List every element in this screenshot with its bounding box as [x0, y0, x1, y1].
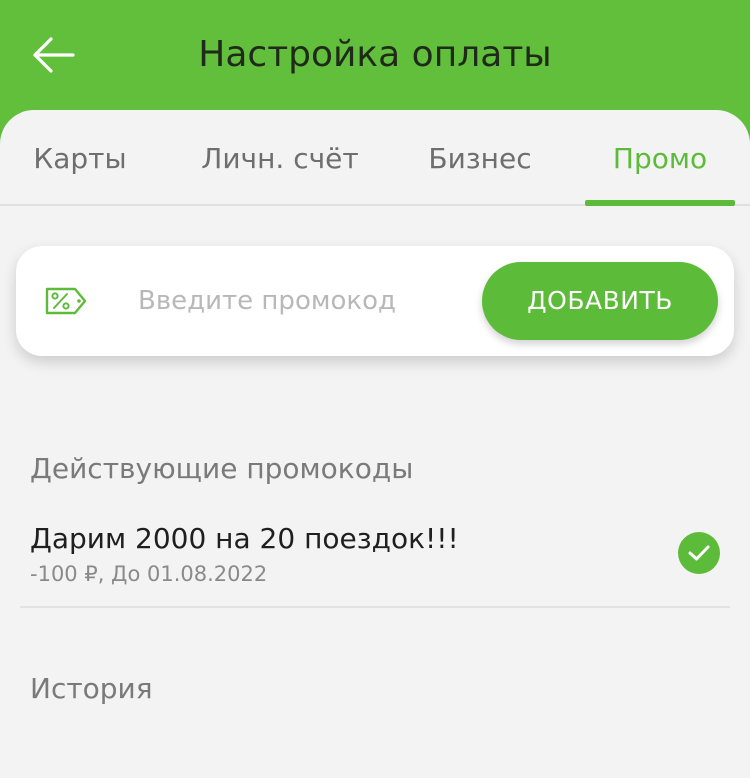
promo-name: Дарим 2000 на 20 поездок!!! [30, 522, 459, 555]
content-sheet: Карты Личн. счёт Бизнес Промо ДОБАВИТЬ Д… [0, 110, 750, 778]
percent-tag-icon [45, 287, 87, 315]
tab-personal-account[interactable]: Личн. счёт [185, 110, 375, 206]
tab-bar: Карты Личн. счёт Бизнес Промо [0, 110, 750, 206]
history-title: История [30, 672, 153, 705]
check-circle-icon [678, 532, 720, 574]
tab-promo[interactable]: Промо [585, 110, 735, 206]
promo-entry-card: ДОБАВИТЬ [16, 246, 734, 356]
promo-list-item[interactable]: Дарим 2000 на 20 поездок!!! -100 ₽, До 0… [20, 510, 730, 608]
tab-business[interactable]: Бизнес [400, 110, 560, 206]
active-tab-indicator [585, 200, 735, 206]
promo-details: -100 ₽, До 01.08.2022 [30, 562, 268, 586]
tab-cards[interactable]: Карты [0, 110, 160, 206]
page-title: Настройка оплаты [198, 34, 552, 75]
add-promo-button[interactable]: ДОБАВИТЬ [482, 262, 718, 340]
promo-code-input[interactable] [138, 276, 478, 326]
active-promos-title: Действующие промокоды [30, 452, 414, 485]
